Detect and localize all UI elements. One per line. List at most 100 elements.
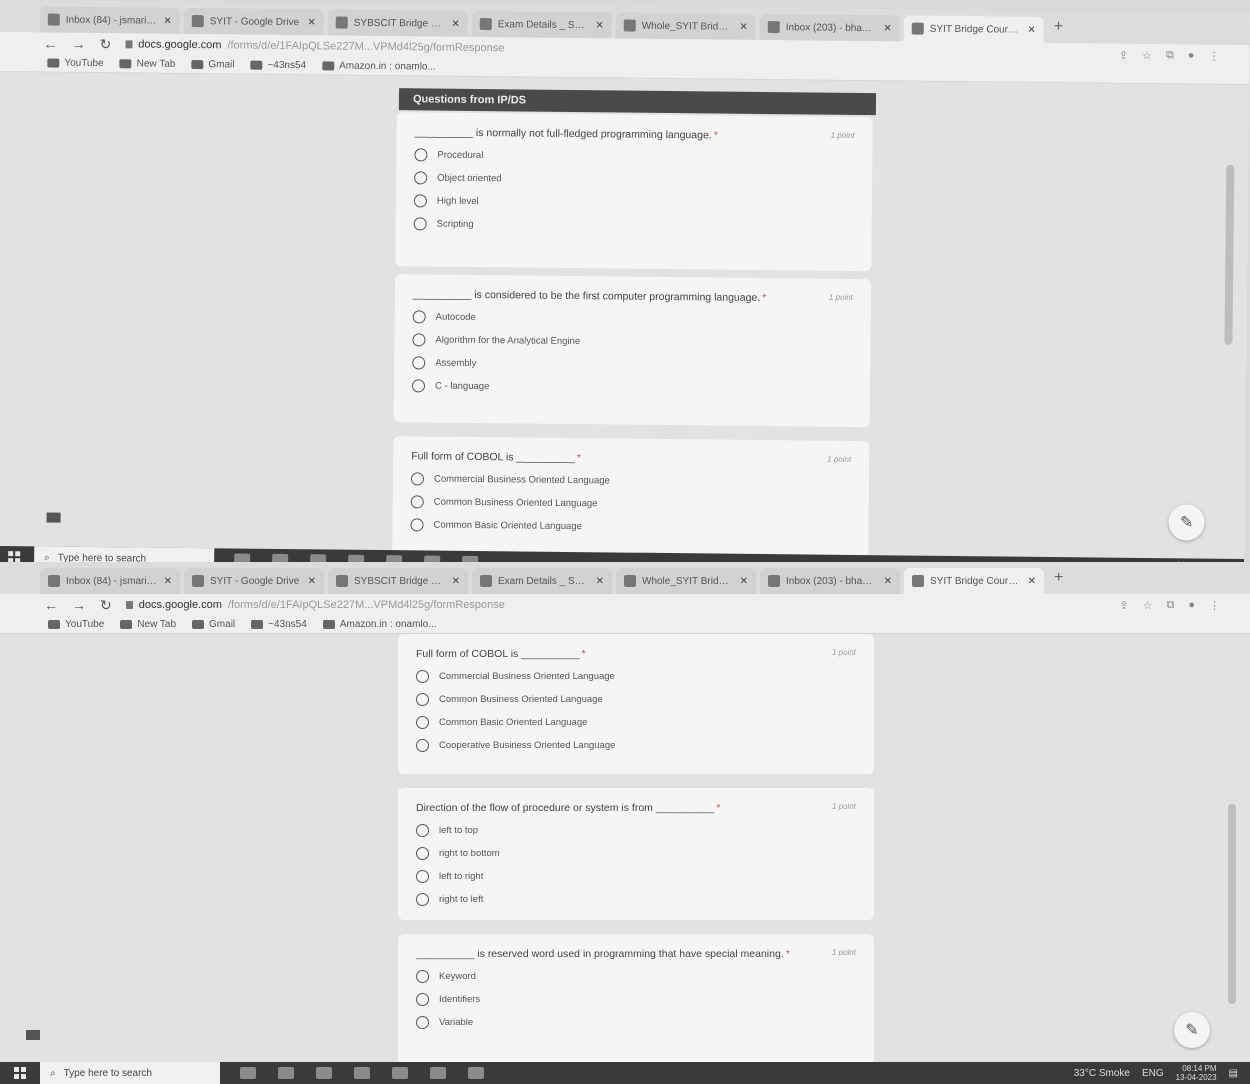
close-icon[interactable]: ✕ xyxy=(884,576,892,587)
bookmark-item[interactable]: Gmail xyxy=(191,59,235,70)
bookmark-item[interactable]: YouTube xyxy=(48,619,104,630)
close-icon[interactable]: ✕ xyxy=(307,17,316,28)
browser-tab[interactable]: SYBSCIT Bridge course ✕ xyxy=(328,568,468,594)
close-icon[interactable]: ✕ xyxy=(739,21,748,32)
radio-option[interactable]: Scripting xyxy=(413,217,854,235)
star-icon[interactable]: ☆ xyxy=(1143,599,1153,612)
menu-icon[interactable]: ⋮ xyxy=(1208,49,1219,62)
new-tab-icon[interactable]: + xyxy=(1054,569,1063,587)
radio-option[interactable]: Common Basic Oriented Language xyxy=(410,518,850,536)
radio-button[interactable] xyxy=(412,333,426,347)
share-icon[interactable]: ⇪ xyxy=(1119,48,1128,61)
store-icon[interactable] xyxy=(354,1067,370,1079)
profile-icon[interactable]: ● xyxy=(1188,599,1195,612)
back-arrow-icon[interactable]: ← xyxy=(44,597,58,613)
close-icon[interactable]: ✕ xyxy=(452,576,460,587)
form-page[interactable]: Questions from IP/DS __________ is norma… xyxy=(0,71,1250,562)
close-icon[interactable]: ✕ xyxy=(596,576,604,587)
bookmark-item[interactable]: New Tab xyxy=(119,58,175,70)
reload-icon[interactable]: ↻ xyxy=(100,597,112,614)
radio-button[interactable] xyxy=(412,310,426,324)
close-icon[interactable]: ✕ xyxy=(163,15,172,26)
bookmark-item[interactable]: ~43ns54 xyxy=(251,619,307,630)
edge-icon[interactable] xyxy=(430,1067,446,1079)
close-icon[interactable]: ✕ xyxy=(1027,24,1036,35)
radio-option[interactable]: Cooperative Business Oriented Language xyxy=(416,739,856,752)
radio-option[interactable]: Procedural xyxy=(414,148,854,166)
close-icon[interactable]: ✕ xyxy=(1028,576,1036,587)
radio-option[interactable]: right to bottom xyxy=(416,847,856,860)
scrollbar[interactable] xyxy=(1224,164,1235,345)
browser-tab[interactable]: SYBSCIT Bridge course ✕ xyxy=(327,9,468,37)
radio-option[interactable]: Commercial Business Oriented Language xyxy=(416,670,856,683)
browser-tab[interactable]: Whole_SYIT Bridge Co ✕ xyxy=(616,568,756,594)
radio-button[interactable] xyxy=(416,670,429,683)
scrollbar[interactable] xyxy=(1228,804,1236,1004)
radio-option[interactable]: Algorithm for the Analytical Engine xyxy=(412,333,852,351)
radio-option[interactable]: right to left xyxy=(416,893,856,906)
radio-button[interactable] xyxy=(411,379,426,393)
close-icon[interactable]: ✕ xyxy=(595,20,604,31)
close-icon[interactable]: ✕ xyxy=(451,18,460,29)
new-tab-icon[interactable]: + xyxy=(1054,18,1064,36)
radio-option[interactable]: Common Business Oriented Language xyxy=(410,495,851,513)
browser-tab[interactable]: Inbox (84) - jsmarinden ✕ xyxy=(40,568,180,594)
pen-icon[interactable]: ✎ xyxy=(1168,504,1205,541)
browser-tab[interactable]: SYIT - Google Drive ✕ xyxy=(184,568,324,594)
radio-button[interactable] xyxy=(416,739,429,752)
browser-tab[interactable]: SYIT - Google Drive ✕ xyxy=(183,7,324,36)
browser-tab[interactable]: Inbox (203) - bhagyas ✕ xyxy=(760,568,900,594)
back-arrow-icon[interactable]: ← xyxy=(43,35,57,51)
url-field[interactable]: docs.google.com/forms/d/e/1FAIpQLSe227M.… xyxy=(125,38,504,54)
bookmark-item[interactable]: Amazon.in : onamlo... xyxy=(322,619,437,630)
radio-option[interactable]: Common Basic Oriented Language xyxy=(416,716,856,729)
browser-tab[interactable]: Whole_SYIT Bridge Co ✕ xyxy=(615,12,756,40)
language-indicator[interactable]: ENG xyxy=(1142,1068,1164,1079)
clock[interactable]: 08:14 PM13-04-2023 xyxy=(1176,1064,1217,1082)
radio-button[interactable] xyxy=(416,970,429,983)
form-page[interactable]: Full form of COBOL is __________ * 1 point… xyxy=(0,634,1250,1084)
bookmark-item[interactable]: YouTube xyxy=(47,57,104,69)
radio-option[interactable]: Common Business Oriented Language xyxy=(416,693,856,706)
radio-button[interactable] xyxy=(410,472,425,486)
url-field[interactable]: docs.google.com/forms/d/e/1FAIpQLSe227M.… xyxy=(125,599,505,611)
weather-status[interactable]: 33°C Smoke xyxy=(1074,1068,1130,1079)
radio-button[interactable] xyxy=(416,716,429,729)
radio-button[interactable] xyxy=(416,824,429,837)
profile-icon[interactable]: ● xyxy=(1188,49,1195,62)
chrome-icon[interactable] xyxy=(468,1067,484,1079)
bookmark-item[interactable]: New Tab xyxy=(120,619,176,630)
windows-start-icon[interactable] xyxy=(0,1062,40,1084)
radio-button[interactable] xyxy=(416,993,429,1006)
radio-option[interactable]: Variable xyxy=(416,1016,856,1029)
file-explorer-icon[interactable] xyxy=(316,1067,332,1079)
close-icon[interactable]: ✕ xyxy=(883,23,892,34)
bookmark-item[interactable]: ~43ns54 xyxy=(250,60,306,71)
radio-option[interactable]: left to right xyxy=(416,870,856,883)
radio-button[interactable] xyxy=(416,693,429,706)
bookmark-item[interactable]: Amazon.in : onamlo... xyxy=(322,60,436,73)
radio-button[interactable] xyxy=(414,171,428,185)
radio-button[interactable] xyxy=(416,847,429,860)
radio-option[interactable]: Keyword xyxy=(416,970,856,983)
extensions-icon[interactable]: ⧉ xyxy=(1166,49,1174,62)
browser-tab[interactable]: SYIT Bridge Course Ex ✕ xyxy=(904,568,1044,594)
browser-tab[interactable]: Exam Details _ SYIT ✕ xyxy=(472,568,612,594)
reload-icon[interactable]: ↻ xyxy=(99,36,111,53)
radio-button[interactable] xyxy=(416,1016,429,1029)
radio-button[interactable] xyxy=(416,870,429,883)
bing-icon[interactable] xyxy=(240,1067,256,1079)
radio-button[interactable] xyxy=(412,356,426,370)
close-icon[interactable]: ✕ xyxy=(740,576,748,587)
radio-option[interactable]: Commercial Business Oriented Language xyxy=(410,472,851,490)
radio-option[interactable]: Object oriented xyxy=(414,171,854,189)
radio-option[interactable]: C - language xyxy=(411,379,852,397)
task-view-icon[interactable] xyxy=(278,1067,294,1079)
bookmark-item[interactable]: Gmail xyxy=(192,619,235,630)
radio-option[interactable]: Identifiers xyxy=(416,993,856,1006)
radio-option[interactable]: left to top xyxy=(416,824,856,837)
browser-tab[interactable]: Inbox (84) - jsmarinden ✕ xyxy=(39,6,180,34)
browser-tab[interactable]: Exam Details _ SYIT ✕ xyxy=(471,10,612,39)
browser-tab[interactable]: Inbox (203) - bhagyas ✕ xyxy=(759,13,900,42)
radio-button[interactable] xyxy=(410,495,424,509)
